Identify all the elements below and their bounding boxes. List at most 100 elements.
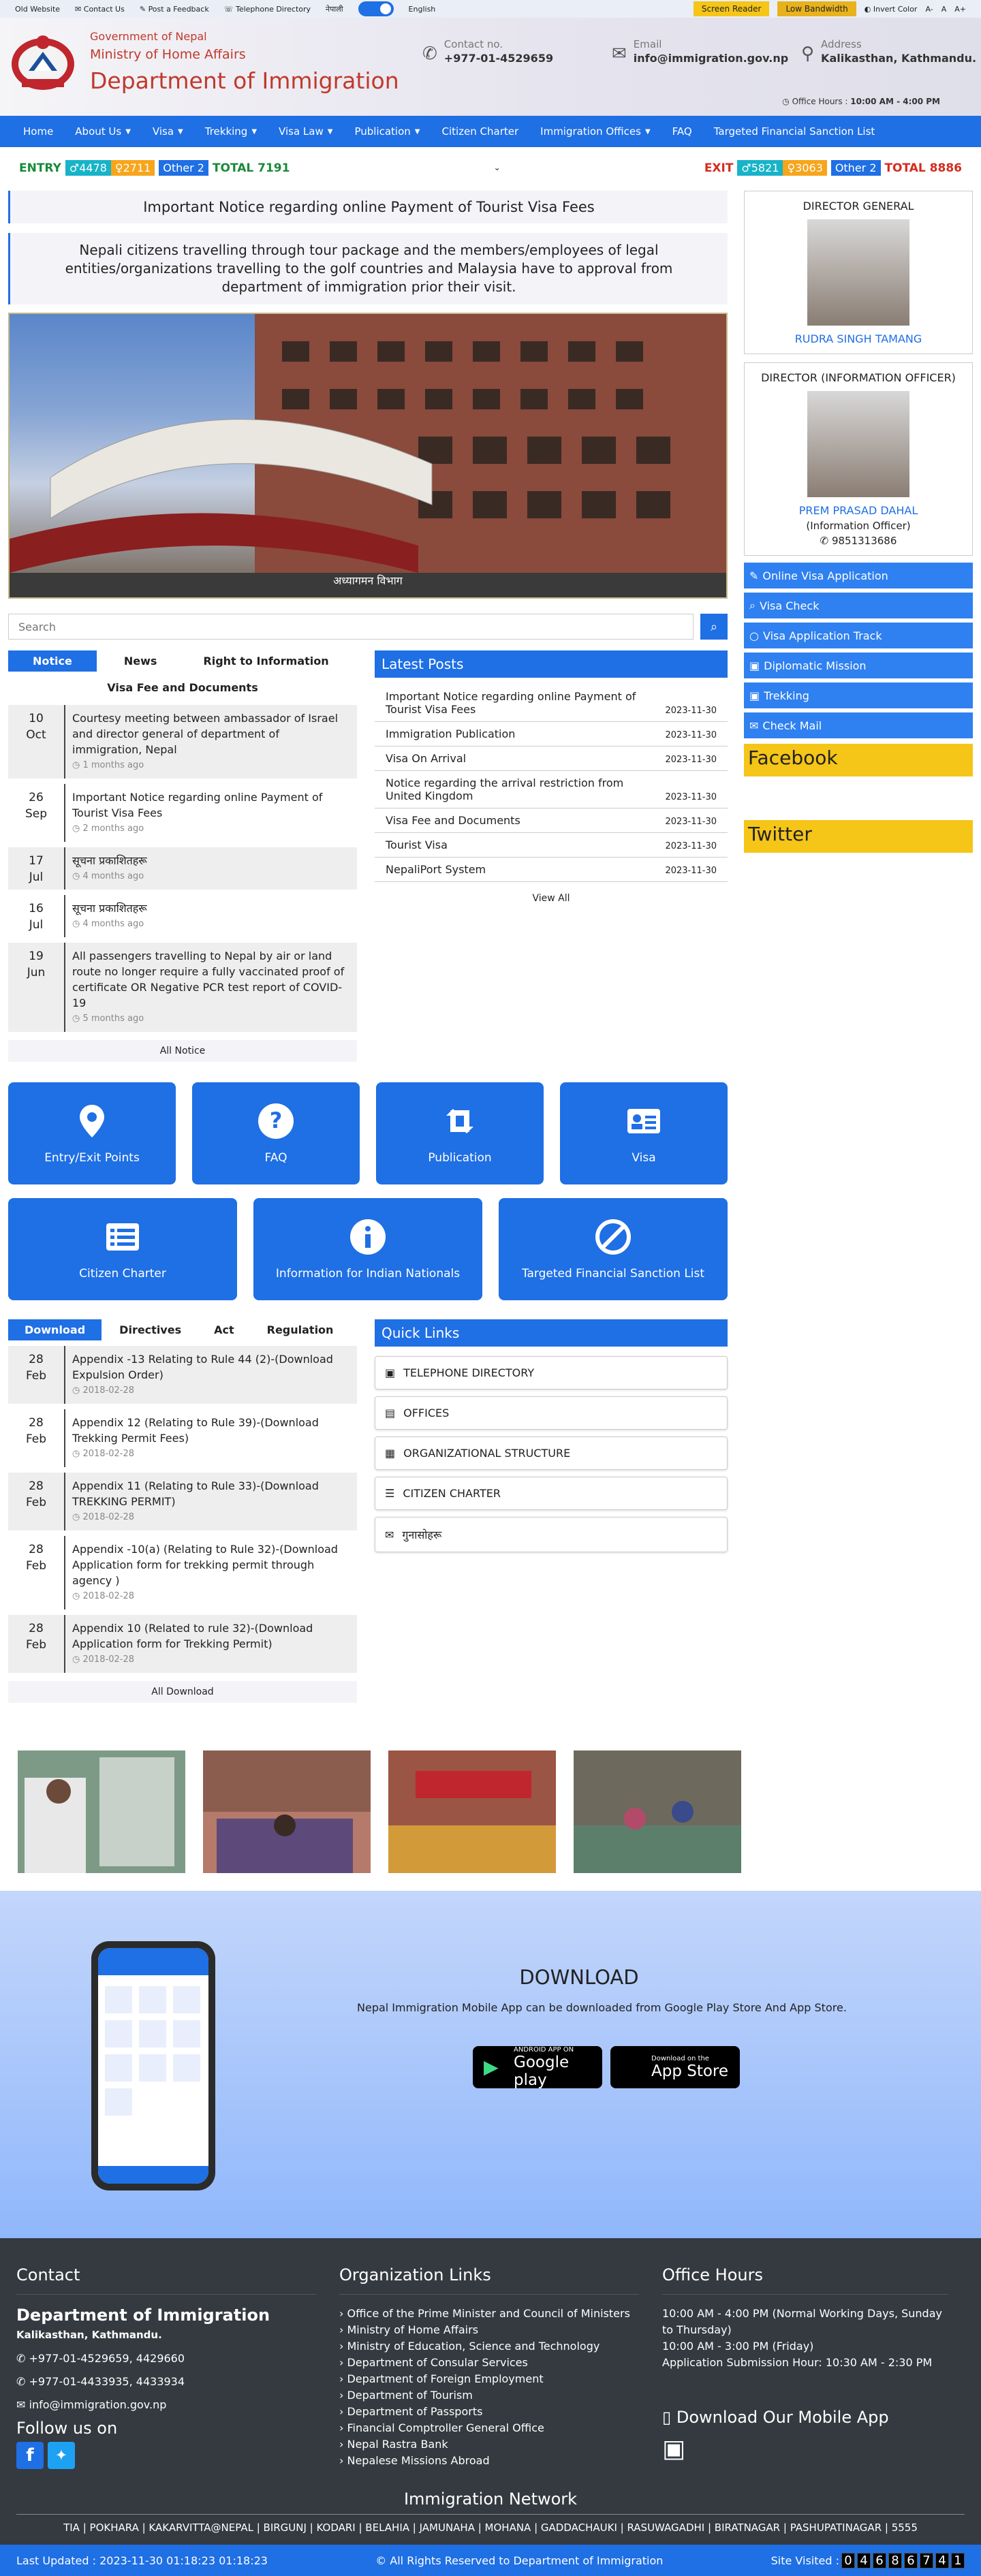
tile-faq[interactable]: ? FAQ [192,1082,360,1184]
director-io-name[interactable]: PREM PRASAD DAHAL [753,504,964,517]
tile-indian-nationals[interactable]: Information for Indian Nationals [253,1198,482,1300]
list-item[interactable]: 26 Sep Important Notice regarding online P… [8,784,357,842]
org-link[interactable]: › Department of Passports [339,2404,662,2420]
all-download-button[interactable]: All Download [8,1681,357,1703]
nav-trekking[interactable]: Trekking ▼ [194,116,268,147]
app-store-button[interactable]: Download on the App Store [610,2046,740,2088]
org-link[interactable]: › Ministry of Education, Science and Tec… [339,2338,662,2355]
download-title[interactable]: Appendix 10 (Related to rule 32)-(Downlo… [72,1620,350,1652]
list-item[interactable]: 28 Feb Appendix -13 Relating to Rule 44 (2… [8,1346,357,1404]
twitter-icon[interactable]: ✦ [48,2442,75,2469]
list-item[interactable]: 19 Jun All passengers travelling to Nepal … [8,943,357,1032]
tab-news[interactable]: News [97,650,172,672]
feedback-link[interactable]: ✎ Post a Feedback [140,5,209,14]
chevron-down-icon[interactable]: ⌄ [494,163,501,172]
download-title[interactable]: Appendix 11 (Relating to Rule 33)-(Downl… [72,1478,350,1509]
screen-reader-button[interactable]: Screen Reader [693,1,770,16]
sidebar-check-mail[interactable]: ✉ Check Mail [744,712,973,738]
list-item[interactable]: Tourist Visa 2023-11-30 [375,833,728,858]
nav-faq[interactable]: FAQ [661,116,703,147]
org-link[interactable]: › Ministry of Home Affairs [339,2322,662,2338]
sidebar-trekking[interactable]: ▣ Trekking [744,682,973,708]
tab-visa-fee-documents[interactable]: Visa Fee and Documents [8,681,357,694]
notice-title[interactable]: सूचना प्रकाशितहरू [72,900,350,916]
font-decrease-button[interactable]: A- [925,5,933,14]
notice-title[interactable]: सूचना प्रकाशितहरू [72,853,350,868]
nav-sanction-list[interactable]: Targeted Financial Sanction List [703,116,886,147]
list-item[interactable]: Visa On Arrival 2023-11-30 [375,747,728,771]
gallery-photo-4[interactable] [574,1750,741,1873]
org-link[interactable]: › Office of the Prime Minister and Counc… [339,2306,662,2322]
org-link[interactable]: › Nepalese Missions Abroad [339,2453,662,2469]
notice-heading[interactable]: Important Notice regarding online Paymen… [8,191,728,223]
language-nepali[interactable]: नेपाली [326,4,343,14]
tab-right-to-information[interactable]: Right to Information [172,650,343,672]
list-item[interactable]: Important Notice regarding online Paymen… [375,685,728,722]
download-title[interactable]: Appendix -13 Relating to Rule 44 (2)-(Do… [72,1351,350,1383]
telephone-directory-link[interactable]: ☏ Telephone Directory [224,5,311,14]
tile-publication[interactable]: Publication [376,1082,544,1184]
tile-sanction-list[interactable]: Targeted Financial Sanction List [499,1198,728,1300]
quick-link-citizen-charter[interactable]: ☰ CITIZEN CHARTER [375,1477,728,1510]
sidebar-online-visa-application[interactable]: ✎ Online Visa Application [744,563,973,588]
list-item[interactable]: 16 Jul सूचना प्रकाशितहरू ◷ 4 months ago [8,895,357,937]
list-item[interactable]: NepaliPort System 2023-11-30 [375,858,728,882]
nepal-emblem-logo[interactable] [8,31,78,91]
low-bandwidth-button[interactable]: Low Bandwidth [777,1,856,16]
org-link[interactable]: › Department of Consular Services [339,2355,662,2371]
nav-visa[interactable]: Visa ▼ [142,116,194,147]
facebook-icon[interactable]: f [16,2442,44,2469]
list-item[interactable]: 28 Feb Appendix 10 (Related to rule 32)-(D… [8,1615,357,1673]
tab-notice[interactable]: Notice [8,650,97,672]
android-icon[interactable]: ▣ [662,2435,685,2463]
tab-directives[interactable]: Directives [102,1319,196,1340]
nav-home[interactable]: Home [12,116,64,147]
nav-publication[interactable]: Publication ▼ [343,116,431,147]
list-item[interactable]: 17 Jul सूचना प्रकाशितहरू ◷ 4 months ago [8,847,357,890]
tile-citizen-charter[interactable]: Citizen Charter [8,1198,237,1300]
list-item[interactable]: 28 Feb Appendix 12 (Relating to Rule 39)-(… [8,1409,357,1467]
quick-link-telephone-directory[interactable]: ▣ TELEPHONE DIRECTORY [375,1356,728,1389]
post-title[interactable]: Notice regarding the arrival restriction… [386,776,658,802]
all-notice-button[interactable]: All Notice [8,1040,357,1062]
gallery-photo-1[interactable] [18,1750,185,1873]
contact-us-link[interactable]: ✉ Contact Us [75,5,125,14]
nav-immigration-offices[interactable]: Immigration Offices ▼ [529,116,661,147]
tab-act[interactable]: Act [196,1319,249,1340]
font-increase-button[interactable]: A+ [954,5,966,14]
director-general-name[interactable]: RUDRA SINGH TAMANG [753,332,964,345]
post-title[interactable]: Visa Fee and Documents [386,814,520,827]
google-play-button[interactable]: ▶ ANDROID APP ON Google play [473,2046,602,2089]
post-title[interactable]: Important Notice regarding online Paymen… [386,690,658,716]
download-title[interactable]: Appendix -10(a) (Relating to Rule 32)-(D… [72,1541,350,1588]
sidebar-visa-check[interactable]: ⌕ Visa Check [744,593,973,618]
search-input[interactable] [8,614,694,640]
org-link[interactable]: › Financial Comptroller General Office [339,2420,662,2436]
language-english[interactable]: English [409,5,436,14]
list-item[interactable]: 10 Oct Courtesy meeting between ambassador… [8,705,357,779]
notice-title[interactable]: All passengers travelling to Nepal by ai… [72,948,350,1011]
language-toggle[interactable] [358,1,394,16]
post-title[interactable]: Immigration Publication [386,727,515,740]
sidebar-diplomatic-mission[interactable]: ▣ Diplomatic Mission [744,653,973,678]
gallery-photo-2[interactable] [203,1750,371,1873]
gallery-photo-3[interactable] [388,1750,556,1873]
org-link[interactable]: › Department of Foreign Employment [339,2371,662,2387]
quick-link-organizational-structure[interactable]: ▦ ORGANIZATIONAL STRUCTURE [375,1436,728,1470]
tab-download[interactable]: Download [8,1319,102,1340]
list-item[interactable]: Visa Fee and Documents 2023-11-30 [375,808,728,833]
invert-color-button[interactable]: ◐ Invert Color [865,5,918,14]
view-all-button[interactable]: View All [375,893,728,904]
list-item[interactable]: Immigration Publication 2023-11-30 [375,722,728,747]
org-link[interactable]: › Nepal Rastra Bank [339,2436,662,2453]
old-website-link[interactable]: Old Website [15,5,60,14]
download-title[interactable]: Appendix 12 (Relating to Rule 39)-(Downl… [72,1415,350,1446]
post-title[interactable]: Visa On Arrival [386,752,466,765]
search-button[interactable]: ⌕ [700,614,728,640]
tab-regulation[interactable]: Regulation [249,1319,349,1340]
tile-entry-exit-points[interactable]: Entry/Exit Points [8,1082,176,1184]
list-item[interactable]: 28 Feb Appendix -10(a) (Relating to Rule 3… [8,1536,357,1609]
post-title[interactable]: Tourist Visa [386,838,448,851]
nav-about-us[interactable]: About Us ▼ [64,116,142,147]
list-item[interactable]: Notice regarding the arrival restriction… [375,771,728,808]
